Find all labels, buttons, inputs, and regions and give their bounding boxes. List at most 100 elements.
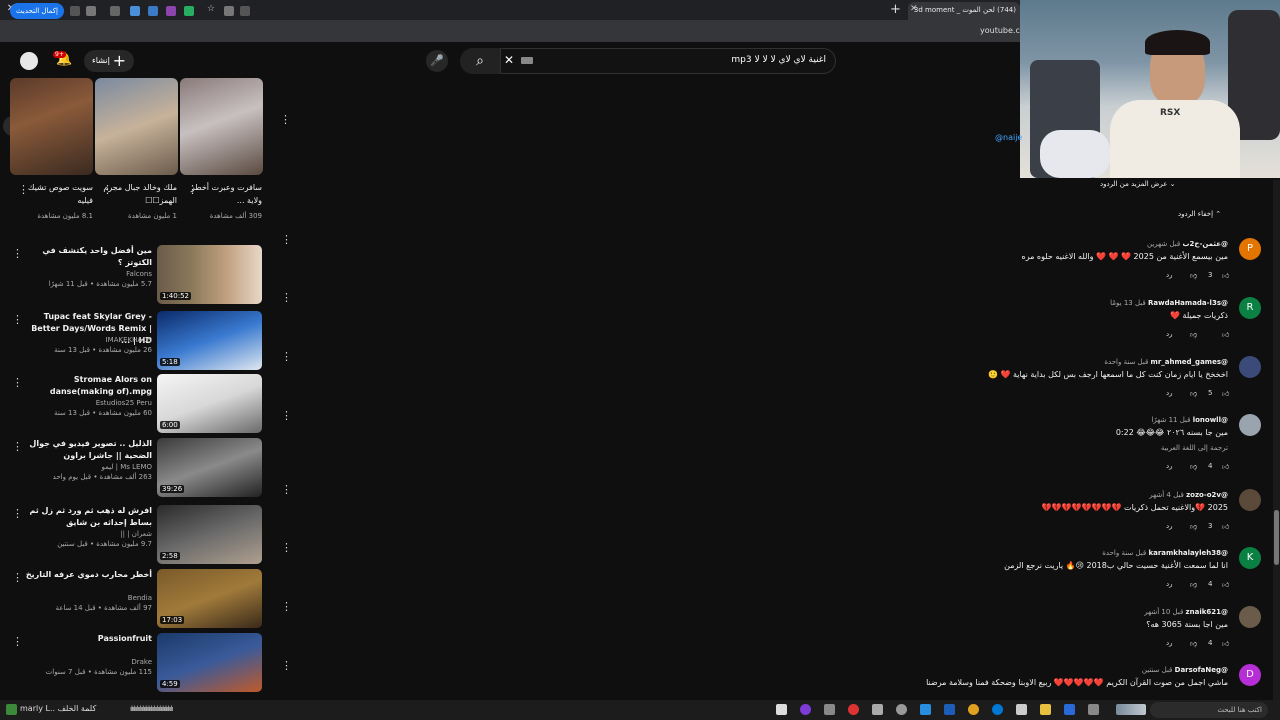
reply-button[interactable]: رد — [1166, 271, 1173, 279]
thumbs-down-icon[interactable]: 👎︎ — [1190, 580, 1197, 589]
scrollbar-thumb[interactable] — [1274, 510, 1279, 565]
comment-author[interactable]: @lonowll — [1193, 416, 1228, 424]
comment-author[interactable]: @عثمن-ح2ب — [1182, 240, 1228, 248]
taskbar-media-text[interactable]: marly L.. كلمة الخلف — [20, 704, 96, 713]
item-more-icon[interactable]: ⋮ — [281, 234, 292, 245]
commenter-avatar[interactable] — [1239, 414, 1261, 436]
item-more-icon[interactable]: ⋮ — [281, 484, 292, 495]
item-more-icon[interactable]: ⋮ — [281, 351, 292, 362]
app-icon-3[interactable] — [824, 704, 835, 715]
video-title[interactable]: أخطر محارب دموي عرفه التاريخ — [24, 569, 152, 581]
video-more-icon[interactable]: ⋮ — [12, 247, 23, 260]
account-avatar[interactable] — [20, 52, 38, 70]
comment-author[interactable]: @zozo-o2v — [1186, 491, 1228, 499]
comment-time[interactable]: قبل شهرين — [1147, 240, 1180, 248]
video-more-icon[interactable]: ⋮ — [12, 376, 23, 389]
ext-icon-7[interactable] — [184, 6, 194, 16]
comment-author[interactable]: @DarsofaNeg — [1175, 666, 1228, 674]
video-channel[interactable]: Drake — [24, 658, 152, 666]
scrollbar-track[interactable] — [1273, 180, 1280, 700]
thumbs-up-icon[interactable]: 👍︎ — [1222, 580, 1229, 589]
reply-button[interactable]: رد — [1166, 522, 1173, 530]
video-title[interactable]: Stromae Alors on danse(making of).mpg — [24, 374, 152, 398]
item-more-icon[interactable]: ⋮ — [281, 410, 292, 421]
clear-search-icon[interactable]: ✕ — [504, 53, 514, 67]
hide-replies-button[interactable]: ⌃ إخفاء الردود — [1178, 210, 1221, 218]
thumbs-up-icon[interactable]: 👍︎ — [1222, 389, 1229, 398]
comment-author[interactable]: @znaik621 — [1186, 608, 1228, 616]
zoom-icon[interactable] — [224, 6, 234, 16]
video-channel[interactable]: Ms LEMO | ليمو — [24, 463, 152, 471]
shelf-more-icon[interactable]: ⋮ — [280, 114, 291, 125]
ext-icon-5[interactable] — [148, 6, 158, 16]
channel-handle[interactable]: @naije — [995, 133, 1022, 142]
search-input[interactable]: اغنية لاي لاي لا لا لا mp3 — [560, 55, 826, 65]
video-title[interactable]: Passionfruit — [24, 633, 152, 645]
video-channel[interactable]: IMAKEKHAOS — [24, 336, 152, 344]
reply-button[interactable]: رد — [1166, 330, 1173, 338]
app-icon-7[interactable] — [920, 704, 931, 715]
short-title[interactable]: ملك وخالد جبال مجرم الهمز☐☐ — [97, 181, 177, 207]
thumbs-down-icon[interactable]: 👎︎ — [1190, 330, 1197, 339]
settings-icon[interactable] — [896, 704, 907, 715]
cast-icon[interactable] — [240, 6, 250, 16]
comment-time[interactable]: قبل 11 شهرًا — [1151, 416, 1190, 424]
commenter-avatar[interactable] — [1239, 489, 1261, 511]
short-thumb-3[interactable] — [10, 78, 93, 175]
reply-button[interactable]: رد — [1166, 389, 1173, 397]
search-button[interactable]: ⌕ — [460, 48, 500, 74]
thumbs-down-icon[interactable]: 👎︎ — [1190, 462, 1197, 471]
app-icon-11[interactable] — [1016, 704, 1027, 715]
video-more-icon[interactable]: ⋮ — [12, 313, 23, 326]
app-icon-4[interactable] — [848, 704, 859, 715]
thumbs-up-icon[interactable]: 👍︎ — [1222, 639, 1229, 648]
thumbs-down-icon[interactable]: 👎︎ — [1190, 639, 1197, 648]
app-icon-13[interactable] — [1064, 704, 1075, 715]
comment-time[interactable]: قبل 10 أشهر — [1144, 608, 1183, 616]
commenter-avatar[interactable] — [1239, 606, 1261, 628]
short-title[interactable]: سافرت وعبرت أخطر ولاية ... — [182, 181, 262, 207]
video-channel[interactable]: شعران | || — [24, 530, 152, 538]
thumbs-up-icon[interactable]: 👍︎ — [1222, 330, 1229, 339]
browser-tab[interactable]: (744) لحن الموت _ 3d moment — [908, 2, 1020, 20]
create-button[interactable]: إنشاء + — [84, 50, 134, 72]
show-more-replies-button[interactable]: ⌄ عرض المزيد من الردود — [1100, 180, 1176, 188]
video-channel[interactable]: Bendia — [24, 594, 152, 602]
app-icon-14[interactable] — [1088, 704, 1099, 715]
commenter-avatar[interactable]: R — [1239, 297, 1261, 319]
reply-button[interactable]: رد — [1166, 639, 1173, 647]
item-more-icon[interactable]: ⋮ — [281, 542, 292, 553]
thumbs-down-icon[interactable]: 👎︎ — [1190, 271, 1197, 280]
thumbs-down-icon[interactable]: 👎︎ — [1190, 389, 1197, 398]
folder-icon[interactable] — [1040, 704, 1051, 715]
star-icon[interactable]: ☆ — [207, 4, 217, 14]
item-more-icon[interactable]: ⋮ — [281, 601, 292, 612]
item-more-icon[interactable]: ⋮ — [281, 660, 292, 671]
comment-time[interactable]: قبل سنة واحدة — [1102, 549, 1146, 557]
edge-icon[interactable] — [992, 704, 1003, 715]
comment-time[interactable]: قبل سنة واحدة — [1104, 358, 1148, 366]
video-channel[interactable]: Falcons — [24, 270, 152, 278]
short-title[interactable]: سويت صوص تشيك فيليه — [13, 181, 93, 207]
new-tab-button[interactable]: + — [890, 2, 901, 17]
thumbs-down-icon[interactable]: 👎︎ — [1190, 522, 1197, 531]
ext-icon-2[interactable] — [86, 6, 96, 16]
video-more-icon[interactable]: ⋮ — [12, 635, 23, 648]
translate-link[interactable]: ترجمة إلى اللغة العربية — [1161, 444, 1228, 452]
comment-author[interactable]: @mr_ahmed_games — [1151, 358, 1228, 366]
comment-time[interactable]: قبل 13 يومًا — [1110, 299, 1146, 307]
app-icon-8[interactable] — [944, 704, 955, 715]
app-icon-5[interactable] — [872, 704, 883, 715]
commenter-avatar[interactable]: K — [1239, 547, 1261, 569]
reply-button[interactable]: رد — [1166, 580, 1173, 588]
ext-icon-4[interactable] — [130, 6, 140, 16]
item-more-icon[interactable]: ⋮ — [281, 292, 292, 303]
thumbs-up-icon[interactable]: 👍︎ — [1222, 462, 1229, 471]
video-more-icon[interactable]: ⋮ — [12, 571, 23, 584]
taskbar-search[interactable]: اكتب هنا للبحث — [1150, 702, 1268, 718]
app-icon-1[interactable] — [776, 704, 787, 715]
keyboard-icon[interactable] — [521, 57, 533, 64]
tab-close-icon[interactable]: ✕ — [910, 4, 918, 14]
reply-button[interactable]: رد — [1166, 462, 1173, 470]
commenter-avatar[interactable]: D — [1239, 664, 1261, 686]
